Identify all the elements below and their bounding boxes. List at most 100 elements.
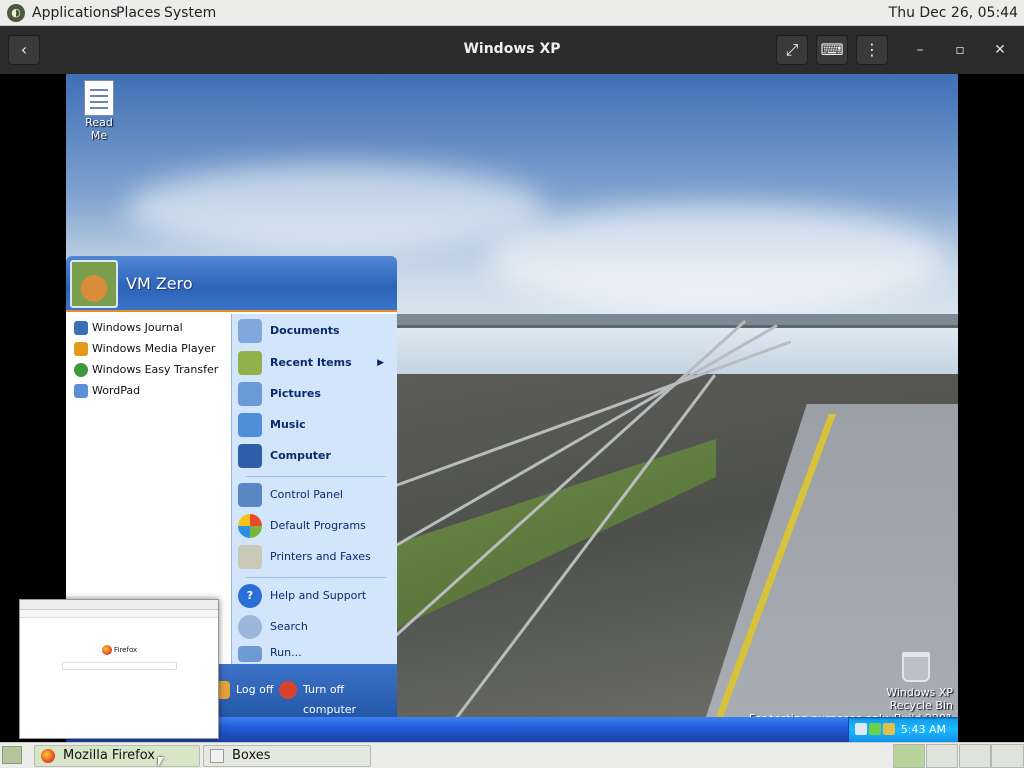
recycle-bin-icon[interactable]: [902, 652, 930, 682]
distro-logo-icon[interactable]: ◐: [7, 4, 25, 22]
workspace-2[interactable]: [926, 744, 958, 768]
place-computer[interactable]: Computer: [238, 441, 388, 471]
place-default-programs[interactable]: Default Programs: [238, 511, 388, 541]
desktop-icon-read-me[interactable]: Read Me: [76, 80, 122, 142]
workspace-3[interactable]: [959, 744, 991, 768]
log-off-label: Log off: [236, 683, 274, 696]
close-button[interactable]: ✕: [990, 40, 1010, 60]
log-off-button[interactable]: Log off: [212, 680, 273, 700]
panel-clock[interactable]: Thu Dec 26, 05:44: [889, 5, 1018, 21]
music-icon: [238, 413, 262, 437]
preview-label: Firefox: [114, 646, 138, 654]
sky-cloud: [486, 204, 946, 314]
boxes-icon: [210, 749, 224, 763]
sky-cloud: [126, 164, 546, 254]
place-label: Computer: [270, 449, 331, 462]
back-button[interactable]: ‹: [8, 35, 40, 65]
xp-clock[interactable]: 5:43 AM: [901, 723, 946, 736]
task-mozilla-firefox[interactable]: Mozilla Firefox: [34, 745, 200, 767]
pictures-icon: [238, 382, 262, 406]
workspace-1[interactable]: [893, 744, 925, 768]
place-help-and-support[interactable]: ? Help and Support: [238, 581, 388, 611]
bottom-panel: Mozilla Firefox Boxes: [0, 742, 1024, 768]
top-panel: ◐ Applications Places System Thu Dec 26,…: [0, 0, 1024, 26]
program-label: WordPad: [92, 384, 141, 397]
computer-icon: [238, 444, 262, 468]
power-icon: [279, 681, 297, 699]
program-windows-journal[interactable]: Windows Journal: [74, 318, 183, 338]
task-label: Mozilla Firefox: [63, 748, 155, 763]
window-header-bar: ‹ Windows XP ⤢ ⌨ ⋮ – ▫ ✕: [0, 26, 1024, 74]
firefox-icon: [41, 749, 55, 763]
submenu-arrow-icon: ▶: [377, 358, 384, 368]
media-player-icon: [74, 342, 88, 356]
keyboard-button[interactable]: ⌨: [816, 35, 848, 65]
minimize-icon: –: [916, 42, 924, 58]
chevron-left-icon: ‹: [20, 40, 28, 59]
place-search[interactable]: Search: [238, 612, 388, 642]
security-icon[interactable]: [883, 723, 895, 735]
program-label: Windows Easy Transfer: [92, 363, 219, 376]
journal-icon: [74, 321, 88, 335]
place-music[interactable]: Music: [238, 410, 388, 440]
document-icon: [84, 80, 114, 116]
place-label: Printers and Faxes: [270, 550, 371, 563]
menu-separator: [246, 577, 386, 578]
window-preview-thumbnail[interactable]: Firefox: [19, 599, 219, 739]
fullscreen-icon: ⤢: [785, 40, 799, 59]
task-label: Boxes: [232, 748, 271, 763]
network-icon[interactable]: [869, 723, 881, 735]
user-avatar[interactable]: [70, 260, 118, 308]
place-label: Recent Items: [270, 356, 352, 369]
menu-separator: [246, 476, 386, 477]
menu-applications[interactable]: Applications: [32, 5, 118, 21]
preview-toolbar: [20, 610, 218, 618]
place-label: Documents: [270, 324, 340, 337]
place-control-panel[interactable]: Control Panel: [238, 480, 388, 510]
mouse-cursor-icon: [158, 757, 164, 767]
place-label: Control Panel: [270, 488, 343, 501]
desktop-icon-label: Read Me: [85, 116, 113, 142]
user-name: VM Zero: [126, 274, 193, 293]
place-printers-and-faxes[interactable]: Printers and Faxes: [238, 542, 388, 572]
start-menu-places: Documents Recent Items ▶ Pictures Music C…: [231, 314, 397, 664]
minimize-button[interactable]: –: [910, 40, 930, 60]
easy-transfer-icon: [74, 363, 88, 377]
help-icon: ?: [238, 584, 262, 608]
volume-icon[interactable]: [855, 723, 867, 735]
menu-places[interactable]: Places: [116, 5, 161, 21]
preview-firefox-home: Firefox: [102, 645, 137, 655]
menu-button[interactable]: ⋮: [856, 35, 888, 65]
default-programs-icon: [238, 514, 262, 538]
program-windows-media-player[interactable]: Windows Media Player: [74, 339, 215, 359]
show-desktop-icon[interactable]: [2, 746, 22, 764]
preview-search-box: [62, 662, 177, 670]
workspace-4[interactable]: [991, 744, 1024, 768]
place-recent-items[interactable]: Recent Items ▶: [238, 348, 388, 378]
place-pictures[interactable]: Pictures: [238, 379, 388, 409]
run-icon: [238, 646, 262, 662]
place-documents[interactable]: Documents: [238, 316, 388, 346]
maximize-button[interactable]: ▫: [950, 40, 970, 60]
search-icon: [238, 615, 262, 639]
footbridge: [396, 314, 958, 328]
recent-items-icon: [238, 351, 262, 375]
keyboard-icon: ⌨: [820, 40, 844, 59]
place-label: Help and Support: [270, 589, 367, 602]
firefox-icon: [102, 645, 112, 655]
program-wordpad[interactable]: WordPad: [74, 381, 140, 401]
program-label: Windows Journal: [92, 321, 183, 334]
preview-tabbar: [20, 600, 218, 610]
task-boxes[interactable]: Boxes: [203, 745, 371, 767]
maximize-icon: ▫: [955, 42, 965, 58]
menu-system[interactable]: System: [164, 5, 216, 21]
printer-icon: [238, 545, 262, 569]
place-run[interactable]: Run...: [238, 643, 388, 663]
turn-off-button[interactable]: Turn off computer: [279, 680, 397, 717]
control-panel-icon: [238, 483, 262, 507]
program-windows-easy-transfer[interactable]: Windows Easy Transfer: [74, 360, 218, 380]
recycle-bin-label: Recycle Bin: [889, 699, 953, 712]
fullscreen-button[interactable]: ⤢: [776, 35, 808, 65]
place-label: Music: [270, 418, 306, 431]
watermark-title: Windows XP: [886, 686, 953, 699]
